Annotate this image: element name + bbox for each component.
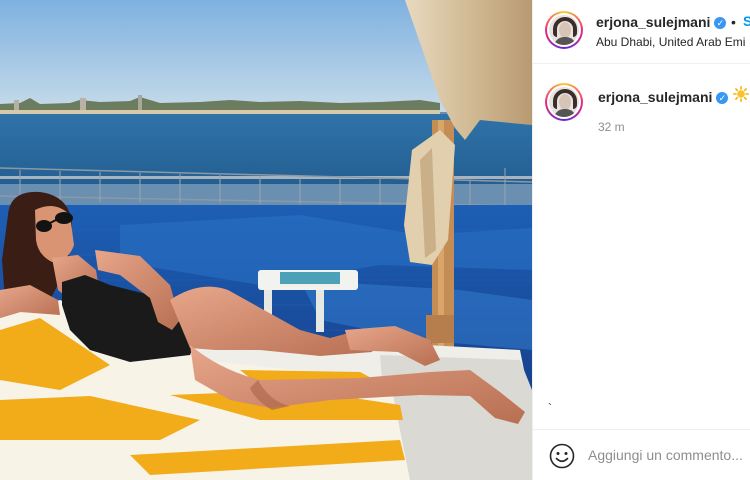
add-comment-bar — [533, 429, 750, 480]
follow-button[interactable]: S — [743, 13, 750, 29]
caption-username-row: erjona_sulejmani ✓ — [598, 89, 729, 107]
location-link[interactable]: Abu Dhabi, United Arab Emi — [596, 35, 745, 49]
author-username-link[interactable]: erjona_sulejmani — [596, 14, 710, 30]
sun-emoji-icon — [733, 86, 749, 102]
post-timestamp[interactable]: 32 m — [598, 120, 625, 134]
caption-avatar[interactable] — [545, 83, 583, 121]
verified-badge-icon: ✓ — [716, 92, 729, 104]
post-image — [0, 0, 532, 480]
separator-dot: • — [731, 14, 736, 30]
comment-input[interactable] — [588, 443, 750, 467]
comment-fragment: ` — [548, 401, 552, 415]
author-username-row: erjona_sulejmani ✓ — [596, 14, 727, 32]
author-avatar[interactable] — [545, 11, 583, 49]
post-sidebar: erjona_sulejmani ✓ • S Abu Dhabi, United … — [532, 0, 750, 480]
verified-badge-icon: ✓ — [714, 17, 727, 29]
caption-username-link[interactable]: erjona_sulejmani — [598, 89, 712, 105]
post-photo[interactable] — [0, 0, 532, 480]
post-header: erjona_sulejmani ✓ • S Abu Dhabi, United … — [533, 0, 750, 64]
smiley-face-icon[interactable] — [549, 443, 575, 469]
